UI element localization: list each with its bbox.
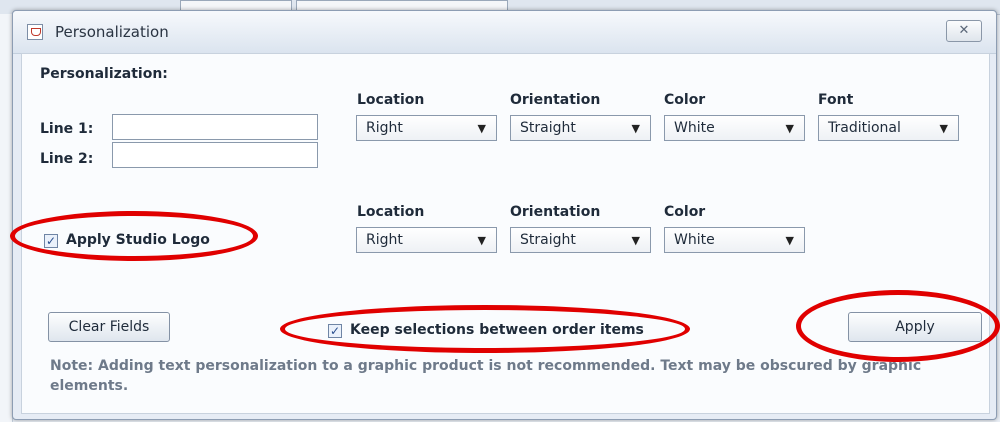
apply-button[interactable]: Apply xyxy=(848,312,982,342)
line1-field[interactable] xyxy=(112,114,318,140)
chevron-down-icon: ▼ xyxy=(631,122,640,135)
logo-location-value: Right xyxy=(366,232,403,248)
logo-color-select[interactable]: White ▼ xyxy=(664,227,805,253)
logo-color-value: White xyxy=(674,232,715,248)
text-color-select[interactable]: White ▼ xyxy=(664,115,805,141)
logo-orientation-value: Straight xyxy=(520,232,576,248)
header-font: Font xyxy=(818,92,854,108)
text-font-value: Traditional xyxy=(828,120,901,136)
chevron-down-icon: ▼ xyxy=(939,122,948,135)
header-orientation: Orientation xyxy=(510,92,601,108)
logo-header-orientation: Orientation xyxy=(510,204,601,220)
text-orientation-value: Straight xyxy=(520,120,576,136)
text-color-value: White xyxy=(674,120,715,136)
header-location: Location xyxy=(357,92,425,108)
apply-logo-checkbox[interactable]: ✓ xyxy=(44,234,58,248)
keep-selections-label: Keep selections between order items xyxy=(350,322,644,338)
chevron-down-icon: ▼ xyxy=(785,122,794,135)
apply-logo-label: Apply Studio Logo xyxy=(66,232,210,248)
chevron-down-icon: ▼ xyxy=(477,122,486,135)
text-location-value: Right xyxy=(366,120,403,136)
chevron-down-icon: ▼ xyxy=(477,234,486,247)
line1-label: Line 1: xyxy=(40,121,94,137)
keep-selections-checkbox[interactable]: ✓ xyxy=(328,324,342,338)
close-button[interactable]: ✕ xyxy=(946,20,982,42)
section-title: Personalization: xyxy=(40,66,168,82)
logo-location-select[interactable]: Right ▼ xyxy=(356,227,497,253)
close-icon: ✕ xyxy=(958,23,970,38)
text-font-select[interactable]: Traditional ▼ xyxy=(818,115,959,141)
java-app-icon xyxy=(27,24,43,40)
clear-fields-button[interactable]: Clear Fields xyxy=(48,312,170,342)
line2-label: Line 2: xyxy=(40,151,94,167)
chevron-down-icon: ▼ xyxy=(785,234,794,247)
text-orientation-select[interactable]: Straight ▼ xyxy=(510,115,651,141)
note-text: Note: Adding text personalization to a g… xyxy=(50,358,922,394)
logo-header-color: Color xyxy=(664,204,706,220)
text-location-select[interactable]: Right ▼ xyxy=(356,115,497,141)
header-color: Color xyxy=(664,92,706,108)
logo-orientation-select[interactable]: Straight ▼ xyxy=(510,227,651,253)
chevron-down-icon: ▼ xyxy=(631,234,640,247)
title-bar: Personalization ✕ xyxy=(13,11,996,54)
line2-field[interactable] xyxy=(112,142,318,168)
logo-header-location: Location xyxy=(357,204,425,220)
window-title: Personalization xyxy=(55,23,169,41)
